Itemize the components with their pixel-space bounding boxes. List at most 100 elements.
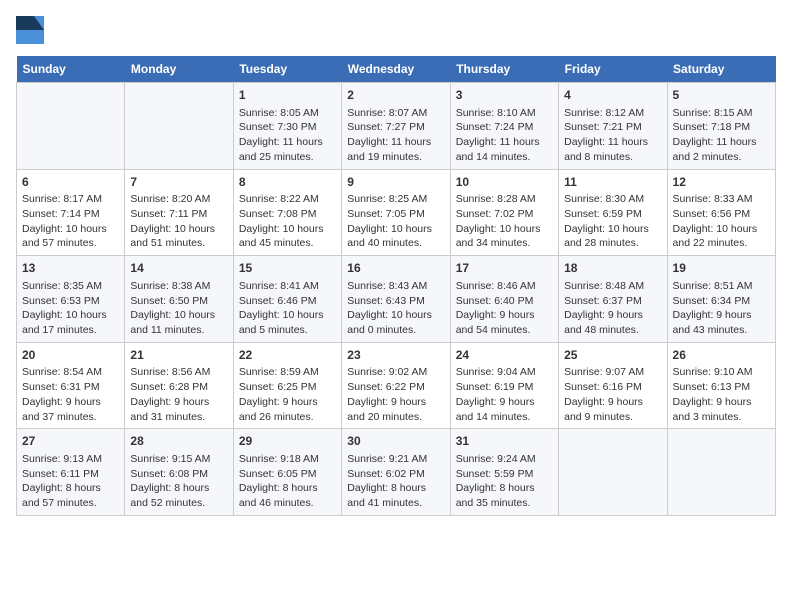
day-detail: Sunrise: 8:35 AM Sunset: 6:53 PM Dayligh…: [22, 279, 119, 338]
day-number: 3: [456, 87, 553, 104]
calendar-cell: 28 Sunrise: 9:15 AM Sunset: 6:08 PM Dayli…: [125, 429, 233, 516]
day-detail: Sunrise: 8:28 AM Sunset: 7:02 PM Dayligh…: [456, 192, 553, 251]
calendar-cell: 17 Sunrise: 8:46 AM Sunset: 6:40 PM Dayli…: [450, 256, 558, 343]
calendar-cell: 26Sunrise: 9:10 AM Sunset: 6:13 PM Dayli…: [667, 342, 775, 429]
header-day-sunday: Sunday: [17, 56, 125, 83]
calendar-cell: 7Sunrise: 8:20 AM Sunset: 7:11 PM Daylig…: [125, 169, 233, 256]
calendar-cell: 30 Sunrise: 9:21 AM Sunset: 6:02 PM Dayli…: [342, 429, 450, 516]
calendar-cell: 25Sunrise: 9:07 AM Sunset: 6:16 PM Dayli…: [559, 342, 667, 429]
day-number: 20: [22, 347, 119, 364]
calendar-cell: [125, 83, 233, 170]
day-detail: Sunrise: 8:59 AM Sunset: 6:25 PM Dayligh…: [239, 365, 336, 424]
calendar-cell: 16 Sunrise: 8:43 AM Sunset: 6:43 PM Dayli…: [342, 256, 450, 343]
day-number: 18: [564, 260, 661, 277]
calendar-cell: 2 Sunrise: 8:07 AM Sunset: 7:27 PM Daylig…: [342, 83, 450, 170]
day-number: 24: [456, 347, 553, 364]
day-detail: Sunrise: 8:38 AM Sunset: 6:50 PM Dayligh…: [130, 279, 227, 338]
day-detail: Sunrise: 8:12 AM Sunset: 7:21 PM Dayligh…: [564, 106, 661, 165]
header-day-saturday: Saturday: [667, 56, 775, 83]
header-day-tuesday: Tuesday: [233, 56, 341, 83]
day-detail: Sunrise: 8:10 AM Sunset: 7:24 PM Dayligh…: [456, 106, 553, 165]
day-number: 10: [456, 174, 553, 191]
calendar-cell: 22Sunrise: 8:59 AM Sunset: 6:25 PM Dayli…: [233, 342, 341, 429]
day-detail: Sunrise: 9:04 AM Sunset: 6:19 PM Dayligh…: [456, 365, 553, 424]
day-detail: Sunrise: 8:17 AM Sunset: 7:14 PM Dayligh…: [22, 192, 119, 251]
calendar-cell: [17, 83, 125, 170]
day-detail: Sunrise: 9:15 AM Sunset: 6:08 PM Dayligh…: [130, 452, 227, 511]
day-detail: Sunrise: 8:41 AM Sunset: 6:46 PM Dayligh…: [239, 279, 336, 338]
day-number: 8: [239, 174, 336, 191]
day-number: 7: [130, 174, 227, 191]
day-number: 23: [347, 347, 444, 364]
day-detail: Sunrise: 8:48 AM Sunset: 6:37 PM Dayligh…: [564, 279, 661, 338]
day-detail: Sunrise: 9:07 AM Sunset: 6:16 PM Dayligh…: [564, 365, 661, 424]
calendar-header: SundayMondayTuesdayWednesdayThursdayFrid…: [17, 56, 776, 83]
logo-icon: [16, 16, 44, 44]
day-number: 17: [456, 260, 553, 277]
calendar-cell: 5 Sunrise: 8:15 AM Sunset: 7:18 PM Daylig…: [667, 83, 775, 170]
calendar-cell: 20Sunrise: 8:54 AM Sunset: 6:31 PM Dayli…: [17, 342, 125, 429]
day-number: 21: [130, 347, 227, 364]
header-day-wednesday: Wednesday: [342, 56, 450, 83]
day-detail: Sunrise: 8:46 AM Sunset: 6:40 PM Dayligh…: [456, 279, 553, 338]
calendar-cell: 8Sunrise: 8:22 AM Sunset: 7:08 PM Daylig…: [233, 169, 341, 256]
calendar-cell: 27 Sunrise: 9:13 AM Sunset: 6:11 PM Dayli…: [17, 429, 125, 516]
calendar-cell: 13 Sunrise: 8:35 AM Sunset: 6:53 PM Dayli…: [17, 256, 125, 343]
day-detail: Sunrise: 9:10 AM Sunset: 6:13 PM Dayligh…: [673, 365, 770, 424]
week-row-3: 13 Sunrise: 8:35 AM Sunset: 6:53 PM Dayli…: [17, 256, 776, 343]
day-detail: Sunrise: 8:22 AM Sunset: 7:08 PM Dayligh…: [239, 192, 336, 251]
calendar-cell: 23Sunrise: 9:02 AM Sunset: 6:22 PM Dayli…: [342, 342, 450, 429]
calendar-cell: [559, 429, 667, 516]
calendar-cell: 19Sunrise: 8:51 AM Sunset: 6:34 PM Dayli…: [667, 256, 775, 343]
day-detail: Sunrise: 8:33 AM Sunset: 6:56 PM Dayligh…: [673, 192, 770, 251]
calendar-cell: 18 Sunrise: 8:48 AM Sunset: 6:37 PM Dayli…: [559, 256, 667, 343]
day-detail: Sunrise: 9:13 AM Sunset: 6:11 PM Dayligh…: [22, 452, 119, 511]
calendar-table: SundayMondayTuesdayWednesdayThursdayFrid…: [16, 56, 776, 516]
calendar-body: 1 Sunrise: 8:05 AM Sunset: 7:30 PM Daylig…: [17, 83, 776, 516]
calendar-cell: 1 Sunrise: 8:05 AM Sunset: 7:30 PM Daylig…: [233, 83, 341, 170]
day-number: 14: [130, 260, 227, 277]
day-number: 27: [22, 433, 119, 450]
day-detail: Sunrise: 8:54 AM Sunset: 6:31 PM Dayligh…: [22, 365, 119, 424]
calendar-cell: 12Sunrise: 8:33 AM Sunset: 6:56 PM Dayli…: [667, 169, 775, 256]
day-number: 5: [673, 87, 770, 104]
day-number: 26: [673, 347, 770, 364]
calendar-cell: 4 Sunrise: 8:12 AM Sunset: 7:21 PM Daylig…: [559, 83, 667, 170]
header-day-monday: Monday: [125, 56, 233, 83]
day-detail: Sunrise: 8:25 AM Sunset: 7:05 PM Dayligh…: [347, 192, 444, 251]
day-detail: Sunrise: 8:56 AM Sunset: 6:28 PM Dayligh…: [130, 365, 227, 424]
day-number: 12: [673, 174, 770, 191]
day-number: 30: [347, 433, 444, 450]
day-number: 2: [347, 87, 444, 104]
calendar-cell: 11Sunrise: 8:30 AM Sunset: 6:59 PM Dayli…: [559, 169, 667, 256]
day-detail: Sunrise: 8:15 AM Sunset: 7:18 PM Dayligh…: [673, 106, 770, 165]
day-number: 16: [347, 260, 444, 277]
day-number: 11: [564, 174, 661, 191]
calendar-cell: 15Sunrise: 8:41 AM Sunset: 6:46 PM Dayli…: [233, 256, 341, 343]
day-number: 19: [673, 260, 770, 277]
day-detail: Sunrise: 8:07 AM Sunset: 7:27 PM Dayligh…: [347, 106, 444, 165]
day-number: 13: [22, 260, 119, 277]
day-number: 25: [564, 347, 661, 364]
week-row-1: 1 Sunrise: 8:05 AM Sunset: 7:30 PM Daylig…: [17, 83, 776, 170]
day-number: 28: [130, 433, 227, 450]
calendar-cell: 14 Sunrise: 8:38 AM Sunset: 6:50 PM Dayli…: [125, 256, 233, 343]
calendar-cell: 3 Sunrise: 8:10 AM Sunset: 7:24 PM Daylig…: [450, 83, 558, 170]
day-number: 9: [347, 174, 444, 191]
day-number: 4: [564, 87, 661, 104]
calendar-cell: 9Sunrise: 8:25 AM Sunset: 7:05 PM Daylig…: [342, 169, 450, 256]
logo: [16, 16, 48, 44]
day-detail: Sunrise: 9:21 AM Sunset: 6:02 PM Dayligh…: [347, 452, 444, 511]
day-detail: Sunrise: 9:24 AM Sunset: 5:59 PM Dayligh…: [456, 452, 553, 511]
day-number: 1: [239, 87, 336, 104]
day-detail: Sunrise: 8:20 AM Sunset: 7:11 PM Dayligh…: [130, 192, 227, 251]
calendar-cell: 6Sunrise: 8:17 AM Sunset: 7:14 PM Daylig…: [17, 169, 125, 256]
header-day-friday: Friday: [559, 56, 667, 83]
header-row: SundayMondayTuesdayWednesdayThursdayFrid…: [17, 56, 776, 83]
day-detail: Sunrise: 8:05 AM Sunset: 7:30 PM Dayligh…: [239, 106, 336, 165]
day-number: 29: [239, 433, 336, 450]
day-detail: Sunrise: 8:43 AM Sunset: 6:43 PM Dayligh…: [347, 279, 444, 338]
calendar-cell: [667, 429, 775, 516]
day-number: 6: [22, 174, 119, 191]
calendar-cell: 31Sunrise: 9:24 AM Sunset: 5:59 PM Dayli…: [450, 429, 558, 516]
